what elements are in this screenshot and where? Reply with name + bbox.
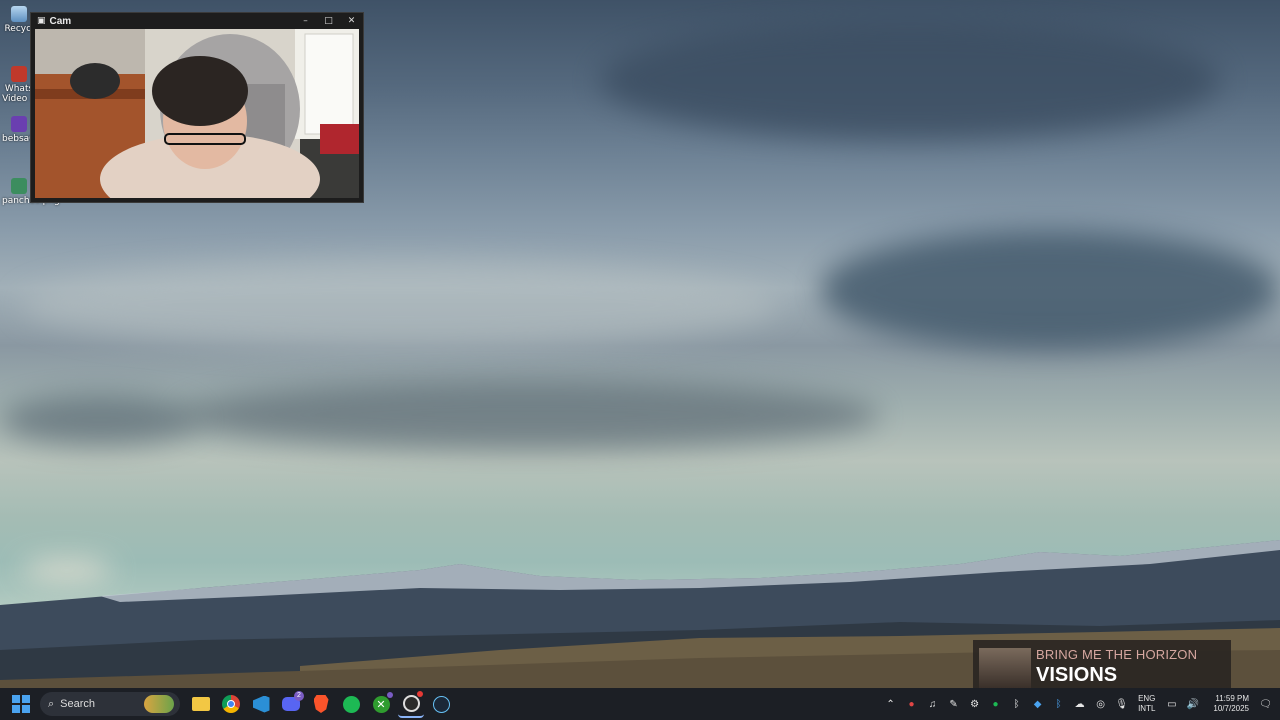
app-shortcut-icon (11, 116, 27, 132)
spotify-tray-icon[interactable]: ● (985, 699, 1006, 710)
search-highlight-icon (144, 695, 174, 713)
image-file-icon (11, 178, 27, 194)
tray-app-icon[interactable]: ✎ (943, 699, 964, 710)
webcam-feed (35, 29, 359, 198)
onedrive-icon[interactable]: ☁ (1069, 699, 1090, 710)
bluetooth-tray-icon[interactable]: ᛒ (1006, 699, 1027, 710)
start-icon (12, 695, 30, 713)
taskbar-xbox[interactable]: ✕ (368, 691, 394, 717)
taskbar-obs[interactable] (398, 690, 424, 718)
camera-icon: ▣ (37, 16, 46, 26)
tray-app-icon[interactable]: ● (901, 699, 922, 710)
now-playing-widget: BRING ME THE HORIZON VISIONS (973, 640, 1231, 688)
search-icon: ⌕ (48, 697, 55, 710)
steam-icon (432, 695, 450, 713)
notifications-icon[interactable]: 🗨 (1255, 699, 1276, 710)
chrome-icon (222, 695, 240, 713)
clock-time: 11:59 PM (1215, 694, 1249, 703)
window-title: Cam (49, 15, 72, 27)
video-file-icon (11, 66, 27, 82)
close-button[interactable]: ✕ (340, 16, 363, 26)
album-art (979, 648, 1031, 688)
taskbar-discord[interactable]: 2 (278, 691, 304, 717)
clock-date: 10/7/2025 (1213, 704, 1249, 713)
xbox-icon: ✕ (372, 695, 390, 713)
brave-icon (313, 695, 329, 713)
song-title: VISIONS (1036, 664, 1118, 686)
microphone-icon[interactable]: 🎙 (1111, 699, 1132, 710)
vscode-icon (252, 695, 270, 713)
notification-badge: 2 (294, 691, 304, 701)
volume-icon[interactable]: 🔊 (1182, 699, 1203, 710)
notification-dot (387, 692, 393, 698)
maximize-button[interactable]: □ (317, 16, 340, 26)
taskbar-chrome[interactable] (218, 691, 244, 717)
taskbar-vscode[interactable] (248, 691, 274, 717)
taskbar-file-explorer[interactable] (188, 691, 214, 717)
headphones-icon[interactable]: ♫ (922, 699, 943, 710)
cam-window[interactable]: ▣ Cam – □ ✕ (30, 12, 364, 203)
bluetooth-icon[interactable]: ᛒ (1048, 699, 1069, 710)
search-label: Search (60, 698, 96, 710)
cam-titlebar[interactable]: ▣ Cam – □ ✕ (31, 13, 363, 29)
show-hidden-icons-chevron-icon[interactable]: ⌃ (880, 699, 901, 710)
obs-icon (402, 694, 420, 712)
taskbar-brave[interactable] (308, 691, 334, 717)
language-bottom: INTL (1138, 704, 1156, 713)
taskbar-steam[interactable] (428, 691, 454, 717)
tray-app-icon[interactable]: ◆ (1027, 699, 1048, 710)
start-button[interactable] (8, 691, 34, 717)
taskbar-spotify[interactable] (338, 691, 364, 717)
spotify-icon (342, 695, 360, 713)
language-indicator[interactable]: ENG INTL (1138, 694, 1155, 714)
notification-dot (417, 691, 423, 697)
tray-app-icon[interactable]: ⚙ (964, 699, 985, 710)
clock[interactable]: 11:59 PM 10/7/2025 (1213, 694, 1249, 714)
steam-tray-icon[interactable]: ◎ (1090, 699, 1111, 710)
minimize-button[interactable]: – (294, 16, 317, 26)
artist-name: BRING ME THE HORIZON (1036, 647, 1198, 662)
recycle-bin-icon (11, 6, 27, 22)
file-explorer-icon (192, 697, 210, 711)
system-tray: ⌃ ● ♫ ✎ ⚙ ● ᛒ ◆ ᛒ ☁ ◎ 🎙 ENG INTL ▭ 🔊 11:… (880, 688, 1280, 720)
language-top: ENG (1138, 694, 1156, 703)
search-box[interactable]: ⌕ Search (40, 692, 180, 716)
taskbar: ⌕ Search 2 ✕ ⌃ ● ♫ ✎ ⚙ ● ᛒ ◆ ᛒ ☁ ◎ 🎙 ENG… (0, 688, 1280, 720)
network-icon[interactable]: ▭ (1161, 699, 1182, 710)
